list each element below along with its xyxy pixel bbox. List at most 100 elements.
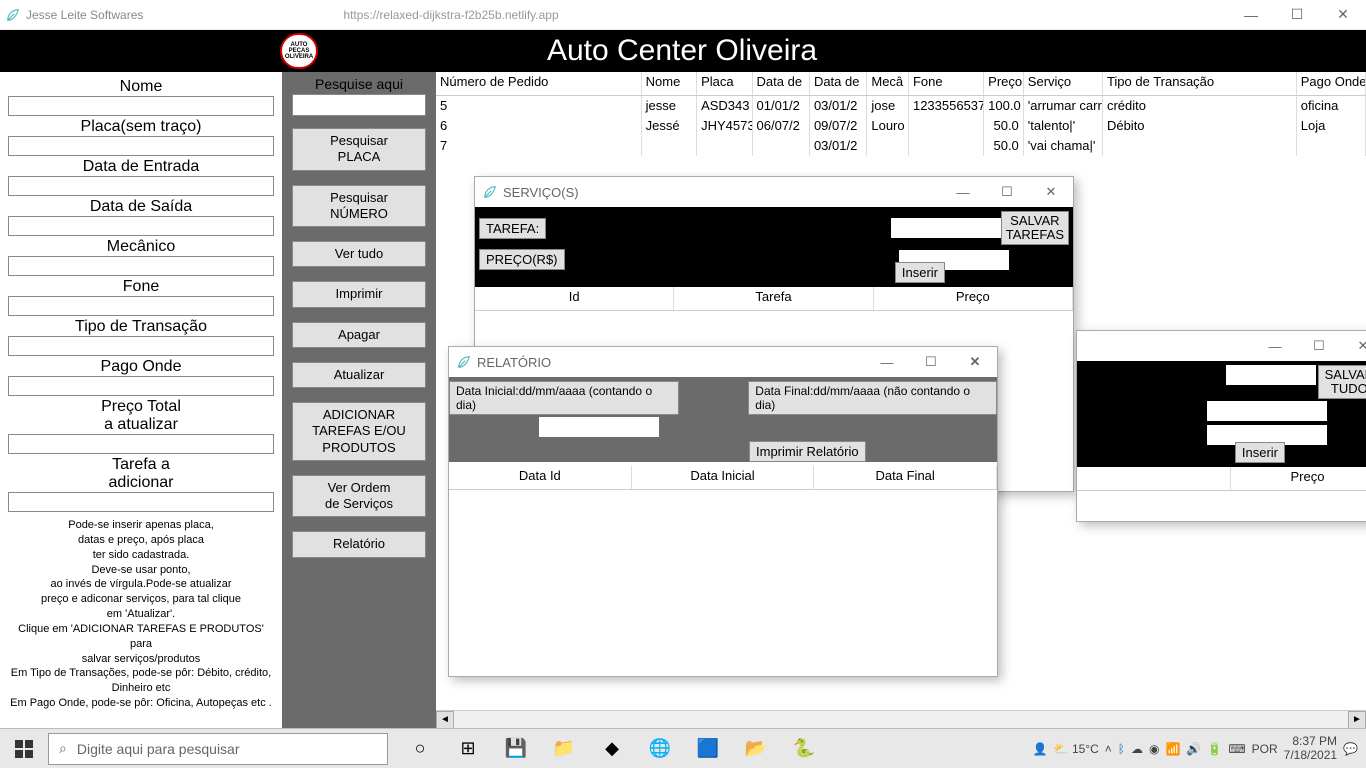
bluetooth-icon[interactable]: ᛒ: [1118, 742, 1125, 756]
imprimir-button[interactable]: Imprimir: [292, 281, 426, 307]
input-placa[interactable]: [8, 136, 274, 156]
th-fone[interactable]: Fone: [909, 72, 984, 95]
servicos-maximize[interactable]: ☐: [985, 177, 1029, 207]
th-placa[interactable]: Placa: [697, 72, 752, 95]
cell-preco: 50.0: [984, 116, 1024, 136]
location-icon[interactable]: ◉: [1149, 742, 1159, 756]
input-fone[interactable]: [8, 296, 274, 316]
scroll-right-icon[interactable]: ►: [1348, 711, 1366, 729]
th-right-empty[interactable]: [1077, 467, 1231, 490]
th-tipo[interactable]: Tipo de Transação: [1103, 72, 1297, 95]
th-data-final[interactable]: Data Final: [814, 466, 997, 489]
keyboard-icon[interactable]: ⌨: [1228, 742, 1245, 756]
app-icon-2[interactable]: 📁: [540, 729, 588, 769]
scroll-left-icon[interactable]: ◄: [436, 711, 454, 729]
right-input-2[interactable]: [1207, 401, 1327, 421]
right-inserir-button[interactable]: Inserir: [1235, 442, 1285, 463]
th-right-preco[interactable]: Preço: [1231, 467, 1366, 490]
chevron-up-icon[interactable]: ˄: [1105, 742, 1112, 756]
relatorio-close[interactable]: ✕: [953, 347, 997, 377]
people-icon[interactable]: 👤: [1033, 742, 1048, 756]
salvar-tarefas-button[interactable]: SALVAR TAREFAS: [1001, 211, 1069, 245]
th-data-inicial[interactable]: Data Inicial: [632, 466, 815, 489]
ver-tudo-button[interactable]: Ver tudo: [292, 241, 426, 267]
python-icon[interactable]: 🐍: [780, 729, 828, 769]
th-mecanico[interactable]: Mecâ: [867, 72, 909, 95]
input-data-entrada[interactable]: [8, 176, 274, 196]
th-preco[interactable]: Preço: [874, 287, 1073, 310]
language-indicator[interactable]: POR: [1252, 742, 1278, 756]
right-maximize[interactable]: ☐: [1297, 331, 1341, 361]
right-close[interactable]: ✕: [1341, 331, 1366, 361]
table-row[interactable]: 6JesséJHY457306/07/209/07/2Louro50.0'tal…: [436, 116, 1366, 136]
wifi-icon[interactable]: 📶: [1165, 742, 1180, 756]
servicos-close[interactable]: ✕: [1029, 177, 1073, 207]
th-data-id[interactable]: Data Id: [449, 466, 632, 489]
task-view-icon[interactable]: ⊞: [444, 729, 492, 769]
input-tipo[interactable]: [8, 336, 274, 356]
cell-placa: ASD343: [697, 96, 752, 116]
data-inicial-input[interactable]: [539, 417, 659, 437]
right-minimize[interactable]: —: [1253, 331, 1297, 361]
pesquisar-placa-button[interactable]: Pesquisar PLACA: [292, 128, 426, 171]
action-panel: Pesquise aqui Pesquisar PLACA Pesquisar …: [282, 72, 436, 728]
right-input-1[interactable]: [1226, 365, 1316, 385]
explorer-icon[interactable]: 📂: [732, 729, 780, 769]
input-nome[interactable]: [8, 96, 274, 116]
weather-widget[interactable]: ⛅ 15°C: [1054, 742, 1099, 756]
relatorio-maximize[interactable]: ☐: [909, 347, 953, 377]
cortana-icon[interactable]: ○: [396, 729, 444, 769]
chrome-icon[interactable]: 🌐: [636, 729, 684, 769]
inserir-button[interactable]: Inserir: [895, 262, 945, 283]
banner-title: Auto Center Oliveira: [318, 34, 1046, 68]
table-row[interactable]: 5jesseASD34301/01/203/01/2jose1233556537…: [436, 96, 1366, 116]
pesquisar-numero-button[interactable]: Pesquisar NÚMERO: [292, 185, 426, 228]
search-input[interactable]: [292, 94, 426, 116]
apagar-button[interactable]: Apagar: [292, 322, 426, 348]
input-preco-total[interactable]: [8, 434, 274, 454]
th-data-entrada[interactable]: Data de: [753, 72, 810, 95]
cell-pago: [1297, 136, 1366, 156]
th-servico[interactable]: Serviço: [1024, 72, 1103, 95]
th-id[interactable]: Id: [475, 287, 674, 310]
horizontal-scrollbar[interactable]: ◄ ►: [436, 710, 1366, 728]
th-pedido[interactable]: Número de Pedido: [436, 72, 642, 95]
app-icon-4[interactable]: 🟦: [684, 729, 732, 769]
cell-ds: 03/01/2: [810, 96, 867, 116]
table-header: Número de Pedido Nome Placa Data de Data…: [436, 72, 1366, 96]
th-preco[interactable]: Preço: [984, 72, 1024, 95]
imprimir-relatorio-button[interactable]: Imprimir Relatório: [749, 441, 866, 462]
input-mecanico[interactable]: [8, 256, 274, 276]
clock[interactable]: 8:37 PM 7/18/2021: [1284, 735, 1337, 761]
cell-placa: JHY4573: [697, 116, 752, 136]
input-tarefa[interactable]: [8, 492, 274, 512]
table-row[interactable]: 703/01/250.0'vai chama|': [436, 136, 1366, 156]
tarefa-input[interactable]: [891, 218, 1001, 238]
input-pago-onde[interactable]: [8, 376, 274, 396]
notifications-icon[interactable]: 💬: [1343, 742, 1358, 756]
onedrive-icon[interactable]: ☁: [1131, 742, 1143, 756]
servicos-minimize[interactable]: —: [941, 177, 985, 207]
relatorio-minimize[interactable]: —: [865, 347, 909, 377]
atualizar-button[interactable]: Atualizar: [292, 362, 426, 388]
battery-icon[interactable]: 🔋: [1207, 742, 1222, 756]
minimize-button[interactable]: —: [1228, 0, 1274, 30]
volume-icon[interactable]: 🔊: [1186, 742, 1201, 756]
taskbar-search[interactable]: ⌕ Digite aqui para pesquisar: [48, 733, 388, 765]
th-pago-onde[interactable]: Pago Onde: [1297, 72, 1366, 95]
adicionar-tarefas-button[interactable]: ADICIONAR TAREFAS E/OU PRODUTOS: [292, 402, 426, 461]
label-nome: Nome: [8, 78, 274, 96]
ver-ordem-button[interactable]: Ver Ordem de Serviços: [292, 475, 426, 518]
th-tarefa[interactable]: Tarefa: [674, 287, 873, 310]
input-data-saida[interactable]: [8, 216, 274, 236]
th-data-saida[interactable]: Data de: [810, 72, 867, 95]
close-button[interactable]: ✕: [1320, 0, 1366, 30]
salvar-tudo-button[interactable]: SALVAR TUDO: [1318, 365, 1366, 399]
maximize-button[interactable]: ☐: [1274, 0, 1320, 30]
relatorio-button[interactable]: Relatório: [292, 531, 426, 557]
th-nome[interactable]: Nome: [642, 72, 697, 95]
app-icon-1[interactable]: 💾: [492, 729, 540, 769]
data-final-label: Data Final:dd/mm/aaaa (não contando o di…: [748, 381, 997, 415]
app-icon-3[interactable]: ◆: [588, 729, 636, 769]
start-button[interactable]: [0, 729, 48, 769]
